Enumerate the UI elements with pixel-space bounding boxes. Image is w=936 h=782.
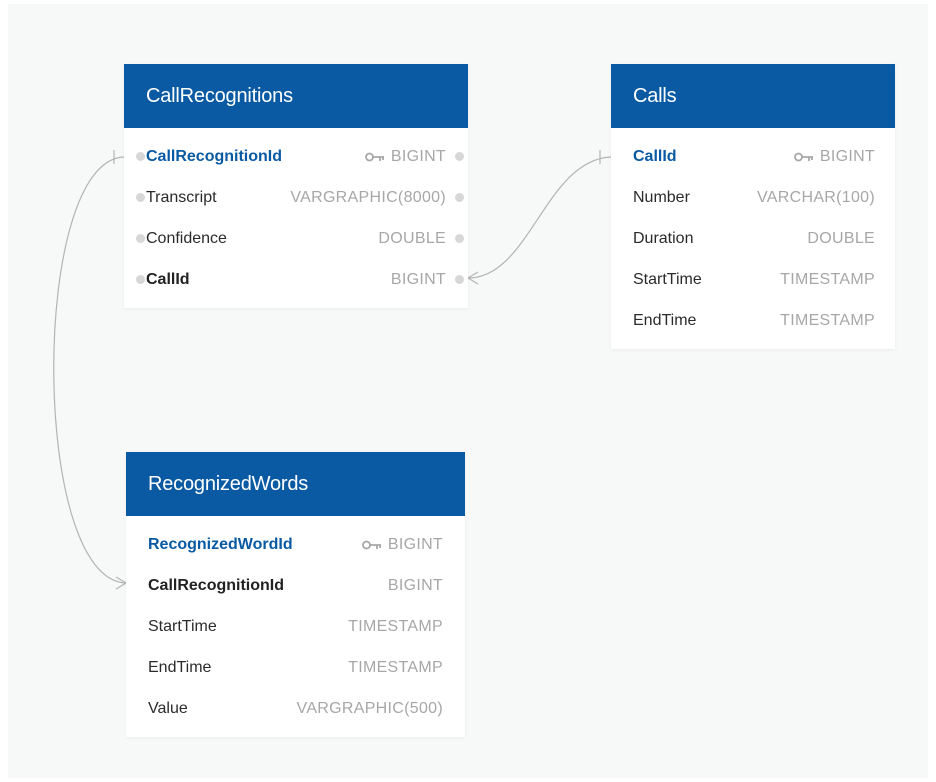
key-icon: [361, 540, 381, 549]
column-type: TIMESTAMP: [348, 617, 443, 635]
column-name: Value: [148, 699, 188, 717]
column-row[interactable]: StartTime TIMESTAMP: [148, 606, 443, 647]
column-type: DOUBLE: [807, 229, 875, 247]
column-row[interactable]: CallRecognitionId BIGINT: [148, 565, 443, 606]
key-icon: [364, 152, 384, 161]
column-name: CallId: [146, 270, 190, 288]
column-list: RecognizedWordId BIGINT CallRecognitionI…: [126, 516, 465, 737]
connector-dot[interactable]: [136, 234, 145, 243]
column-type: DOUBLE: [378, 229, 446, 247]
table-header[interactable]: CallRecognitions: [124, 64, 468, 128]
connector-dot[interactable]: [136, 193, 145, 202]
column-list: CallId BIGINT Number VARCHAR(100) Durati…: [611, 128, 895, 349]
column-name: CallRecognitionId: [146, 147, 282, 165]
column-row[interactable]: CallId BIGINT: [633, 136, 875, 177]
column-type-label: BIGINT: [819, 147, 875, 165]
column-row[interactable]: EndTime TIMESTAMP: [148, 647, 443, 688]
table-header[interactable]: Calls: [611, 64, 895, 128]
column-type: BIGINT: [361, 535, 443, 554]
connector-dot[interactable]: [455, 234, 464, 243]
column-name: CallRecognitionId: [148, 576, 284, 594]
column-name: EndTime: [633, 311, 697, 329]
column-type: TIMESTAMP: [348, 658, 443, 676]
connector-dot[interactable]: [136, 275, 145, 284]
connector-dot[interactable]: [455, 152, 464, 161]
column-type-label: BIGINT: [387, 535, 443, 553]
column-name: Duration: [633, 229, 694, 247]
table-header[interactable]: RecognizedWords: [126, 452, 465, 516]
column-type: VARGRAPHIC(500): [296, 699, 443, 717]
column-row[interactable]: StartTime TIMESTAMP: [633, 259, 875, 300]
column-list: CallRecognitionId BIGINT Transcript VARG…: [124, 128, 468, 308]
column-name: EndTime: [148, 658, 212, 676]
column-type: TIMESTAMP: [780, 311, 875, 329]
table-call-recognitions[interactable]: CallRecognitions CallRecognitionId BIGIN…: [124, 64, 468, 308]
connector-dot[interactable]: [136, 152, 145, 161]
column-type: VARCHAR(100): [757, 188, 875, 206]
column-name: Number: [633, 188, 690, 206]
column-row[interactable]: CallId BIGINT: [136, 259, 464, 300]
column-row[interactable]: Number VARCHAR(100): [633, 177, 875, 218]
column-row[interactable]: Transcript VARGRAPHIC(8000): [136, 177, 464, 218]
column-name: StartTime: [633, 270, 702, 288]
connector-dot[interactable]: [455, 275, 464, 284]
column-name: RecognizedWordId: [148, 535, 293, 553]
column-name: CallId: [633, 147, 677, 165]
column-row[interactable]: Duration DOUBLE: [633, 218, 875, 259]
column-row[interactable]: CallRecognitionId BIGINT: [136, 136, 464, 177]
column-type: BIGINT: [387, 576, 443, 594]
table-calls[interactable]: Calls CallId BIGINT Number VARCHAR(100) …: [611, 64, 895, 349]
column-row[interactable]: Confidence DOUBLE: [136, 218, 464, 259]
connector-dot[interactable]: [455, 193, 464, 202]
column-type-label: BIGINT: [390, 147, 446, 165]
column-type: BIGINT: [364, 147, 446, 166]
column-name: StartTime: [148, 617, 217, 635]
column-row[interactable]: Value VARGRAPHIC(500): [148, 688, 443, 729]
table-recognized-words[interactable]: RecognizedWords RecognizedWordId BIGINT …: [126, 452, 465, 737]
column-type: BIGINT: [793, 147, 875, 166]
column-row[interactable]: EndTime TIMESTAMP: [633, 300, 875, 341]
column-type: VARGRAPHIC(8000): [290, 188, 446, 206]
column-row[interactable]: RecognizedWordId BIGINT: [148, 524, 443, 565]
column-name: Transcript: [146, 188, 217, 206]
key-icon: [793, 152, 813, 161]
column-name: Confidence: [146, 229, 227, 247]
column-type: BIGINT: [390, 270, 446, 288]
column-type: TIMESTAMP: [780, 270, 875, 288]
